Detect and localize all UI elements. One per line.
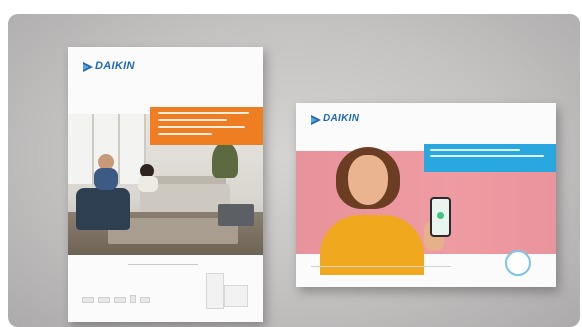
certification-badge-icon <box>505 250 531 276</box>
product-outdoor-unit-image <box>224 285 248 307</box>
phone-icon <box>430 197 451 237</box>
brand-name: DAIKIN <box>95 60 135 72</box>
daikin-logo: DAIKIN <box>83 61 135 77</box>
image-card: DAIKIN DAIKIN <box>8 14 580 327</box>
brochure-landscape: DAIKIN <box>296 103 556 287</box>
brand-tagline <box>95 73 135 77</box>
headline-banner <box>150 107 263 145</box>
product-tank-image <box>206 273 224 309</box>
headline-banner <box>424 144 556 172</box>
product-thumbnails <box>82 295 150 303</box>
brochure-portrait: DAIKIN <box>68 47 263 322</box>
daikin-logo-icon <box>311 115 321 125</box>
brand-tagline <box>323 125 359 129</box>
daikin-logo: DAIKIN <box>311 114 359 129</box>
brand-name: DAIKIN <box>323 113 360 124</box>
daikin-logo-icon <box>83 62 93 72</box>
